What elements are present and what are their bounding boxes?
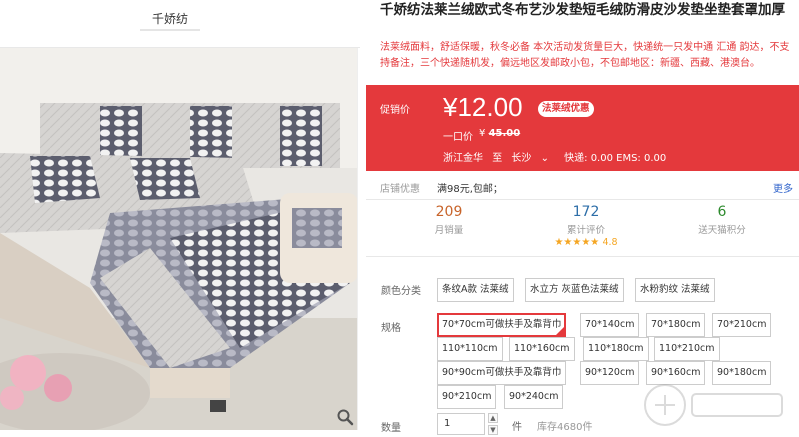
rating: ★★★★★ 4.8: [526, 237, 646, 248]
shipping-row: 浙江金华 至 长沙 ⌄ 快递: 0.00 EMS: 0.00: [443, 149, 672, 164]
product-photo[interactable]: [0, 48, 358, 430]
stats-row: 209 月销量 172 累计评价 ★★★★★ 4.8 6 送天猫积分: [366, 199, 799, 257]
brand-name: 千娇纺: [151, 12, 188, 26]
reviews-count: 172: [572, 204, 600, 220]
color-option[interactable]: 水粉豹纹 法莱绒: [635, 278, 715, 302]
promo-price: ¥12.00: [443, 92, 523, 122]
brand-underline: [140, 29, 200, 31]
quantity-input[interactable]: 1: [437, 413, 485, 435]
quantity-up-icon[interactable]: ▲: [488, 413, 498, 423]
original-price-label: 一口价: [443, 132, 473, 143]
size-option[interactable]: 70*70cm可做扶手及靠背巾: [437, 313, 567, 337]
ship-to-select[interactable]: 长沙 ⌄: [511, 153, 555, 164]
color-option[interactable]: 水立方 灰蓝色法莱绒: [525, 278, 624, 302]
size-label: 规格: [381, 323, 401, 334]
total-reviews[interactable]: 172 累计评价 ★★★★★ 4.8: [526, 204, 646, 248]
coupon-label: 店铺优惠: [380, 184, 420, 195]
rating-score: 4.8: [602, 237, 618, 248]
size-option[interactable]: 110*160cm: [509, 337, 575, 361]
quantity-label: 数量: [381, 423, 401, 434]
ship-to-city: 长沙: [511, 153, 532, 164]
coupon-text: 满98元,包邮；: [437, 184, 503, 195]
reviews-label: 累计评价: [566, 225, 605, 236]
product-gallery: 千娇纺: [0, 0, 360, 437]
product-subtitle: 法莱绒面料，舒适保暖，秋冬必备 本次活动发货量巨大，快递统一只发中通 汇通 韵达…: [380, 42, 790, 69]
size-option[interactable]: 70*140cm: [580, 313, 640, 337]
size-option[interactable]: 90*90cm可做扶手及靠背巾: [437, 361, 567, 385]
product-title: 千娇纺法莱兰绒欧式冬布艺沙发垫短毛绒防滑皮沙发垫坐垫套罩加厚: [380, 2, 785, 18]
size-option[interactable]: 70*210cm: [712, 313, 772, 337]
more-link[interactable]: 更多: [773, 180, 793, 195]
original-price-currency: ¥: [479, 128, 486, 139]
points-count: 6: [717, 204, 727, 220]
sofa-illustration: [0, 48, 357, 430]
tmall-points: 6 送天猫积分: [662, 204, 782, 236]
ship-from: 浙江金华: [443, 153, 483, 164]
size-option[interactable]: 110*210cm: [654, 337, 720, 361]
promo-label: 促销价: [380, 105, 410, 116]
stock-count: 库存4680件: [537, 422, 593, 433]
promo-tag: 法莱绒优惠: [538, 101, 594, 117]
ship-to-word: 至: [492, 153, 503, 164]
size-option[interactable]: 90*240cm: [504, 385, 564, 409]
shop-coupon-row: 店铺优惠 满98元,包邮； 更多: [366, 176, 799, 196]
color-label: 颜色分类: [381, 286, 421, 297]
color-option[interactable]: 条纹A款 法莱绒: [437, 278, 514, 302]
points-label: 送天猫积分: [698, 225, 746, 236]
chevron-down-icon: ⌄: [540, 153, 549, 164]
size-option[interactable]: 110*180cm: [583, 337, 649, 361]
size-option[interactable]: 70*180cm: [646, 313, 706, 337]
sales-label: 月销量: [434, 225, 464, 236]
quantity-unit: 件: [512, 422, 522, 433]
promo-panel: 促销价 ¥12.00 法莱绒优惠 一口价 ¥ 45.00 浙江金华 至 长沙 ⌄…: [366, 85, 799, 171]
brand-header: 千娇纺: [0, 0, 360, 48]
original-price: ¥ 45.00: [479, 128, 520, 139]
size-option[interactable]: 90*210cm: [437, 385, 497, 409]
size-option[interactable]: 90*120cm: [580, 361, 640, 385]
rating-stars-icon: ★★★★★: [554, 237, 600, 248]
monthly-sales: 209 月销量: [389, 204, 509, 236]
quantity-down-icon[interactable]: ▼: [488, 425, 498, 435]
original-price-value: 45.00: [488, 128, 521, 139]
shipping-cost: 快递: 0.00 EMS: 0.00: [564, 153, 667, 164]
size-option[interactable]: 110*110cm: [437, 337, 503, 361]
sales-count: 209: [435, 204, 463, 220]
zoom-icon[interactable]: [336, 408, 354, 426]
watermark-logo: [644, 384, 783, 426]
